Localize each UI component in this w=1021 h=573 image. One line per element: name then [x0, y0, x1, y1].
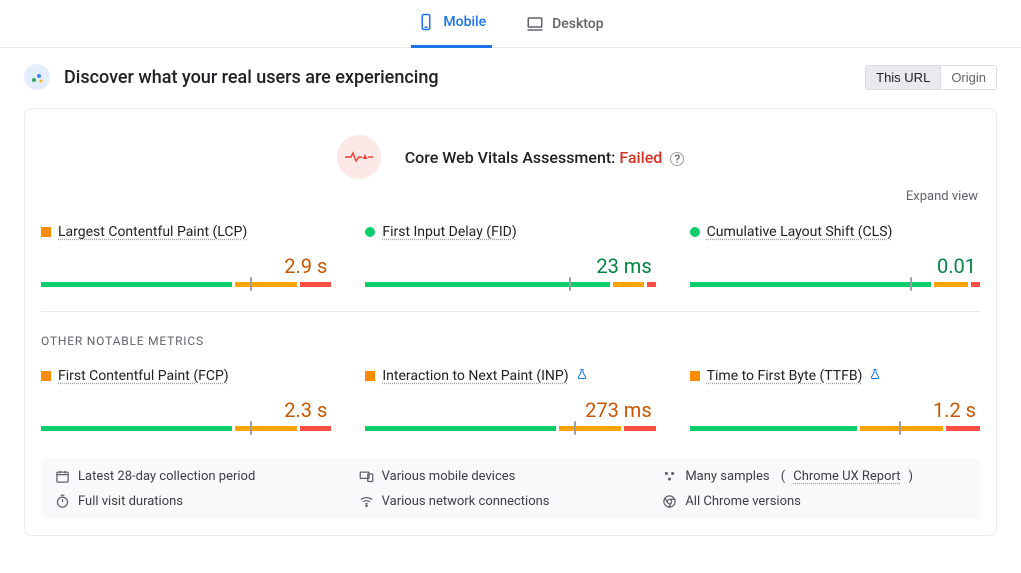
mobile-icon [417, 13, 435, 31]
metric-lcp: Largest Contentful Paint (LCP) 2.9 s [41, 224, 331, 287]
metric-lcp-name[interactable]: Largest Contentful Paint (LCP) [58, 224, 247, 240]
scope-origin-button[interactable]: Origin [940, 66, 996, 89]
metric-cls-bar [690, 282, 980, 287]
crux-report-link[interactable]: Chrome UX Report [793, 469, 900, 484]
footer-network: Various network connections [359, 494, 663, 509]
crux-icon [24, 64, 50, 90]
assessment-label: Core Web Vitals Assessment: [405, 148, 620, 167]
core-metrics: Largest Contentful Paint (LCP) 2.9 s Fir… [25, 204, 996, 311]
footer-devices: Various mobile devices [359, 469, 663, 484]
metric-cls-value: 0.01 [690, 240, 980, 282]
desktop-icon [526, 15, 544, 33]
scope-toggle: This URL Origin [865, 65, 997, 90]
assessment-row: Core Web Vitals Assessment: Failed ? [25, 109, 996, 183]
metric-ttfb-name[interactable]: Time to First Byte (TTFB) [707, 368, 863, 384]
expand-view-link[interactable]: Expand view [25, 183, 996, 204]
metric-ttfb: Time to First Byte (TTFB) 1.2 s [690, 368, 980, 431]
tab-desktop-label: Desktop [552, 16, 603, 32]
timer-icon [55, 494, 70, 509]
square-orange-icon [41, 371, 51, 381]
footer-chrome: All Chrome versions [662, 494, 966, 509]
calendar-icon [55, 469, 70, 484]
flask-icon [576, 368, 588, 384]
footer-samples-text: Many samples [685, 469, 769, 484]
metric-fid-name[interactable]: First Input Delay (FID) [382, 224, 516, 240]
metric-cls: Cumulative Layout Shift (CLS) 0.01 [690, 224, 980, 287]
pulse-icon [337, 135, 381, 179]
metric-ttfb-value: 1.2 s [690, 384, 980, 426]
metric-ttfb-bar [690, 426, 980, 431]
metric-cls-name[interactable]: Cumulative Layout Shift (CLS) [707, 224, 893, 240]
metric-fcp-value: 2.3 s [41, 384, 331, 426]
metric-inp-value: 273 ms [365, 384, 655, 426]
chrome-icon [662, 494, 677, 509]
metric-inp: Interaction to Next Paint (INP) 273 ms [365, 368, 655, 431]
footer-devices-text: Various mobile devices [382, 469, 516, 484]
metric-inp-bar [365, 426, 655, 431]
assessment-text: Core Web Vitals Assessment: Failed ? [405, 148, 685, 167]
page-title: Discover what your real users are experi… [64, 67, 439, 88]
footer-duration: Full visit durations [55, 494, 359, 509]
device-tabs: Mobile Desktop [0, 0, 1021, 48]
tab-mobile[interactable]: Mobile [411, 0, 492, 48]
metric-lcp-value: 2.9 s [41, 240, 331, 282]
metric-fid: First Input Delay (FID) 23 ms [365, 224, 655, 287]
tab-mobile-label: Mobile [443, 14, 486, 30]
footer-duration-text: Full visit durations [78, 494, 183, 509]
footer-network-text: Various network connections [382, 494, 550, 509]
metric-fcp-name[interactable]: First Contentful Paint (FCP) [58, 368, 229, 384]
footer-samples: Many samples (Chrome UX Report) [662, 469, 966, 484]
help-icon[interactable]: ? [670, 152, 684, 166]
metric-fid-value: 23 ms [365, 240, 655, 282]
assessment-status: Failed [619, 148, 662, 167]
other-metrics-title: OTHER NOTABLE METRICS [25, 312, 996, 348]
other-metrics: First Contentful Paint (FCP) 2.3 s Inter… [25, 348, 996, 455]
square-orange-icon [365, 371, 375, 381]
metric-inp-name[interactable]: Interaction to Next Paint (INP) [382, 368, 568, 384]
header: Discover what your real users are experi… [0, 48, 1021, 100]
circle-green-icon [690, 227, 700, 237]
metric-fcp-bar [41, 426, 331, 431]
samples-icon [662, 469, 677, 484]
wifi-icon [359, 494, 374, 509]
footer-info: Latest 28-day collection period Various … [41, 459, 980, 519]
devices-icon [359, 469, 374, 484]
metric-fcp: First Contentful Paint (FCP) 2.3 s [41, 368, 331, 431]
circle-green-icon [365, 227, 375, 237]
field-data-card: Core Web Vitals Assessment: Failed ? Exp… [24, 108, 997, 536]
footer-chrome-text: All Chrome versions [685, 494, 801, 509]
square-orange-icon [690, 371, 700, 381]
square-orange-icon [41, 227, 51, 237]
tab-desktop[interactable]: Desktop [520, 0, 609, 48]
metric-fid-bar [365, 282, 655, 287]
footer-period: Latest 28-day collection period [55, 469, 359, 484]
metric-lcp-bar [41, 282, 331, 287]
flask-icon [869, 368, 881, 384]
scope-url-button[interactable]: This URL [866, 66, 940, 89]
footer-period-text: Latest 28-day collection period [78, 469, 255, 484]
